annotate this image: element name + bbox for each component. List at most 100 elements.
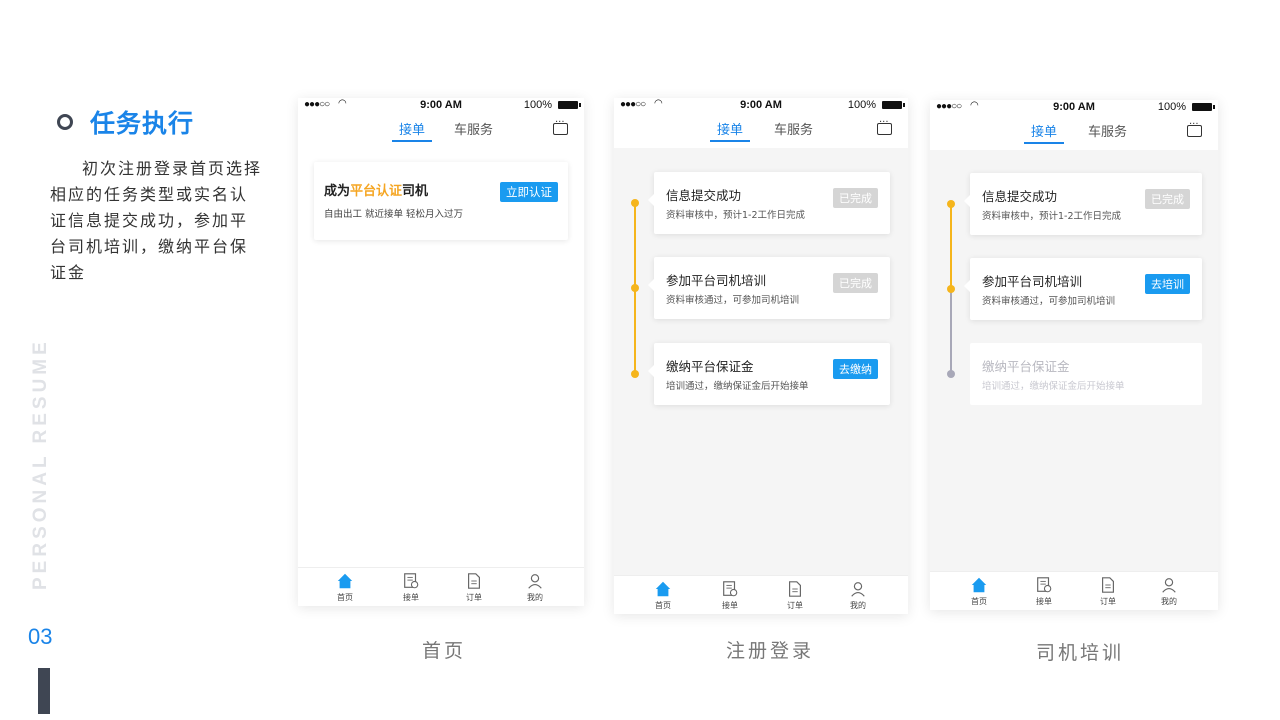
nav-label: 我的 (1161, 597, 1177, 606)
section-title: 任务执行 (90, 109, 195, 138)
tab-car-service[interactable]: 车服务 (774, 119, 813, 138)
caption-training: 司机培训 (1035, 642, 1124, 664)
nav-label: 首页 (971, 597, 987, 606)
clipboard-icon (404, 573, 419, 589)
timeline-line-inactive (950, 290, 952, 372)
page-number: 03 (28, 624, 53, 649)
battery-percent: 100% (1157, 101, 1186, 113)
nav-home[interactable]: 首页 (320, 572, 370, 603)
task-done-badge: 已完成 (833, 273, 878, 293)
user-icon (528, 574, 542, 589)
nav-label: 订单 (1100, 597, 1116, 606)
timeline-dot (631, 284, 639, 292)
timeline-dot-inactive (947, 370, 955, 378)
status-bar: ●●●○○ ◠ 9:00 AM 100% (930, 100, 1218, 116)
task-done-badge: 已完成 (1145, 189, 1190, 209)
tab-jiedan[interactable]: 接单 (392, 119, 433, 142)
nav-label: 首页 (655, 601, 671, 610)
certification-card[interactable]: 成为平台认证司机 自由出工 就近接单 轻松月入过万 立即认证 (314, 162, 568, 240)
nav-label: 订单 (466, 593, 482, 602)
task-card[interactable]: 参加平台司机培训 资料审核通过，可参加司机培训 已完成 (648, 257, 890, 319)
nav-label: 接单 (403, 593, 419, 602)
task-subtitle: 资料审核中，预计1-2工作日完成 (982, 211, 1122, 222)
nav-mine[interactable]: 我的 (1144, 576, 1194, 607)
nav-mine[interactable]: 我的 (833, 580, 883, 611)
task-card-disabled: 缴纳平台保证金 培训通过，缴纳保证金后开始接单 (970, 343, 1202, 405)
document-icon (1102, 577, 1114, 593)
task-subtitle: 资料审核通过，可参加司机培训 (982, 296, 1116, 307)
user-icon (1162, 578, 1176, 593)
certify-now-button[interactable]: 立即认证 (500, 182, 558, 202)
clipboard-icon (723, 581, 738, 597)
task-title: 信息提交成功 (982, 189, 1058, 204)
task-subtitle: 培训通过，缴纳保证金后开始接单 (666, 381, 809, 392)
card-title-prefix: 成为 (324, 184, 351, 199)
task-title: 缴纳平台保证金 (982, 359, 1070, 374)
nav-label: 首页 (337, 593, 353, 602)
nav-jiedan[interactable]: 接单 (1019, 576, 1069, 607)
phone-home: ●●●○○ ◠ 9:00 AM 100% 接单 车服务 成为平台认证司机 自由出… (298, 98, 584, 606)
nav-jiedan[interactable]: 接单 (386, 572, 436, 603)
caption-home: 首页 (421, 640, 466, 662)
phone-register: ●●●○○ ◠ 9:00 AM 100% 接单 车服务 信息提交成功 资料审核中… (614, 98, 908, 614)
task-card[interactable]: 信息提交成功 资料审核中，预计1-2工作日完成 已完成 (964, 173, 1202, 235)
home-icon (971, 577, 987, 593)
timeline-dot (631, 370, 639, 378)
nav-home[interactable]: 首页 (638, 580, 688, 611)
task-card[interactable]: 信息提交成功 资料审核中，预计1-2工作日完成 已完成 (648, 172, 890, 234)
vertical-watermark-text: PERSONAL RESUME (30, 338, 51, 590)
nav-label: 我的 (527, 593, 543, 602)
nav-orders[interactable]: 订单 (770, 580, 820, 611)
section-bullet-icon (57, 114, 73, 130)
go-training-button[interactable]: 去培训 (1145, 274, 1190, 294)
card-title-suffix: 司机 (402, 184, 429, 199)
battery-icon (558, 101, 581, 109)
task-card[interactable]: 缴纳平台保证金 培训通过，缴纳保证金后开始接单 去缴纳 (648, 343, 890, 405)
task-title: 参加平台司机培训 (982, 274, 1083, 289)
top-tab-bar: 接单 车服务 (614, 114, 908, 148)
bottom-nav: 首页 接单 订单 我的 (614, 575, 908, 614)
tab-jiedan[interactable]: 接单 (1024, 121, 1065, 144)
nav-label: 我的 (850, 601, 866, 610)
status-bar: ●●●○○ ◠ 9:00 AM 100% (298, 98, 584, 114)
message-icon[interactable] (1187, 119, 1202, 137)
tab-car-service[interactable]: 车服务 (454, 119, 493, 138)
nav-jiedan[interactable]: 接单 (705, 580, 755, 611)
message-icon[interactable] (877, 117, 892, 135)
page-bar-decoration (38, 668, 50, 714)
task-title: 信息提交成功 (666, 188, 742, 203)
card-title-highlight: 平台认证 (350, 184, 403, 199)
nav-home[interactable]: 首页 (954, 576, 1004, 607)
bottom-nav: 首页 接单 订单 我的 (298, 567, 584, 606)
nav-label: 订单 (787, 601, 803, 610)
nav-orders[interactable]: 订单 (449, 572, 499, 603)
user-icon (851, 582, 865, 597)
nav-orders[interactable]: 订单 (1083, 576, 1133, 607)
nav-label: 接单 (722, 601, 738, 610)
battery-percent: 100% (847, 99, 876, 111)
caption-register: 注册登录 (725, 640, 814, 662)
document-icon (789, 581, 801, 597)
clipboard-icon (1037, 577, 1052, 593)
message-icon[interactable] (553, 117, 568, 135)
nav-mine[interactable]: 我的 (510, 572, 560, 603)
timeline-line (950, 204, 952, 290)
battery-icon (1192, 103, 1215, 111)
nav-label: 接单 (1036, 597, 1052, 606)
timeline-dot (947, 200, 955, 208)
task-done-badge: 已完成 (833, 188, 878, 208)
pay-deposit-button[interactable]: 去缴纳 (833, 359, 878, 379)
tab-jiedan[interactable]: 接单 (710, 119, 751, 142)
task-subtitle: 培训通过，缴纳保证金后开始接单 (982, 381, 1125, 392)
status-bar: ●●●○○ ◠ 9:00 AM 100% (614, 98, 908, 114)
home-icon (655, 581, 671, 597)
top-tab-bar: 接单 车服务 (930, 116, 1218, 150)
timeline-dot (947, 285, 955, 293)
task-title: 参加平台司机培训 (666, 273, 767, 288)
home-icon (337, 573, 353, 589)
tab-car-service[interactable]: 车服务 (1088, 121, 1127, 140)
card-title: 成为平台认证司机 (324, 180, 428, 199)
card-subtitle: 自由出工 就近接单 轻松月入过万 (324, 209, 464, 220)
battery-percent: 100% (523, 99, 552, 111)
task-card[interactable]: 参加平台司机培训 资料审核通过，可参加司机培训 去培训 (964, 258, 1202, 320)
